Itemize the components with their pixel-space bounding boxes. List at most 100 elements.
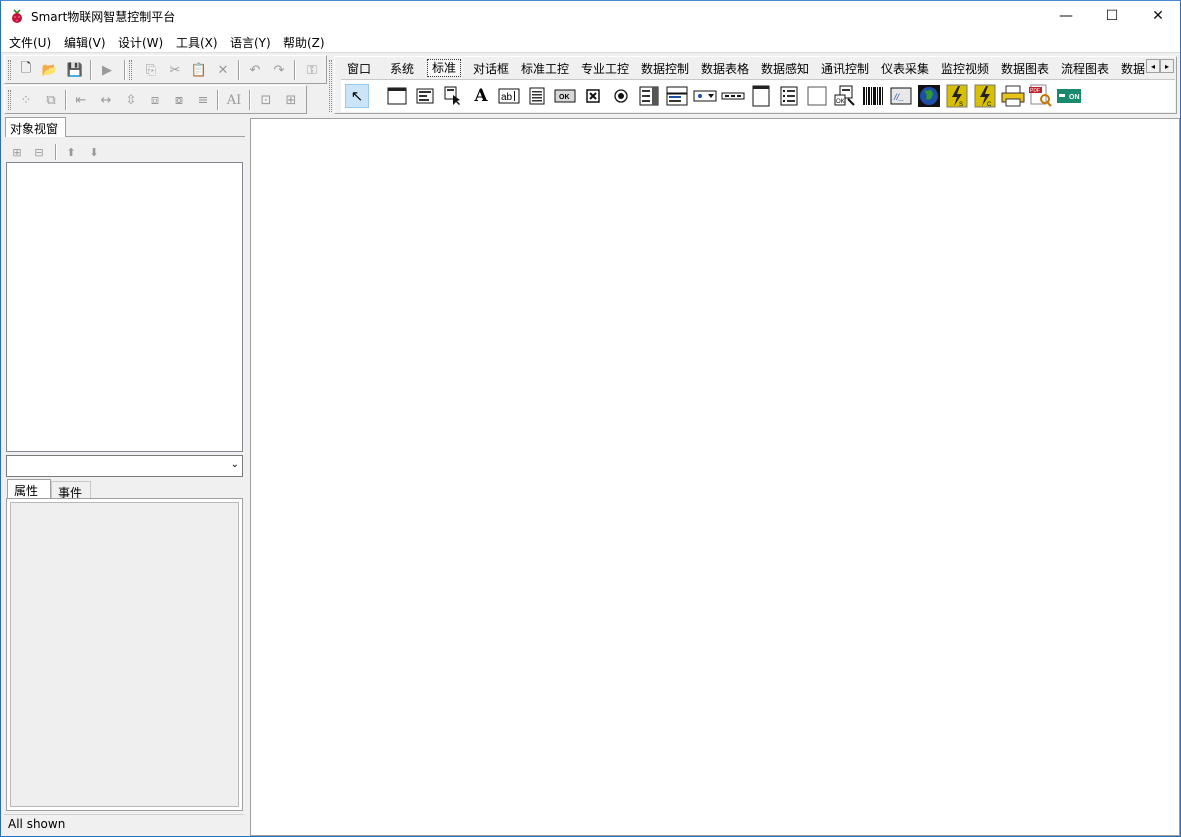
combobox-icon[interactable]	[665, 84, 689, 108]
select-all-icon[interactable]: ⁘	[16, 90, 36, 110]
static-text-icon[interactable]: //_	[889, 84, 913, 108]
palette-grip[interactable]	[329, 60, 332, 112]
distribute-icon[interactable]: ≡	[193, 90, 213, 110]
checkbox-icon[interactable]	[581, 84, 605, 108]
center-v-icon[interactable]: ⊞	[281, 90, 301, 110]
listbox-icon[interactable]	[637, 84, 661, 108]
title-bar: Smart物联网智慧控制平台 — ☐ ✕	[1, 1, 1180, 31]
component-palette: 窗口 系统 标准 对话框 标准工控 专业工控 数据控制 数据表格 数据感知 通讯…	[329, 56, 1177, 114]
palette-tab-comm[interactable]: 通讯控制	[817, 61, 873, 78]
tab-events[interactable]: 事件	[51, 481, 91, 500]
popup-menu-icon[interactable]	[441, 84, 465, 108]
printer-icon[interactable]	[1001, 84, 1025, 108]
maximize-button[interactable]: ☐	[1089, 1, 1135, 31]
run-icon[interactable]: ▶	[97, 60, 117, 80]
scrollbar-icon[interactable]	[721, 84, 745, 108]
bring-front-icon[interactable]: ⧈	[145, 90, 165, 110]
palette-tab-window[interactable]: 窗口	[343, 61, 375, 78]
close-button[interactable]: ✕	[1135, 1, 1181, 31]
object-tree[interactable]	[6, 162, 243, 452]
open-folder-icon[interactable]: 📂	[40, 60, 60, 80]
palette-scroll-left-icon[interactable]: ◂	[1146, 59, 1160, 73]
menu-language[interactable]: 语言(Y)	[230, 34, 271, 51]
svg-text:OK: OK	[559, 94, 570, 101]
delete-icon[interactable]: ✕	[213, 60, 233, 80]
menu-design[interactable]: 设计(W)	[118, 34, 163, 51]
menu-file[interactable]: 文件(U)	[9, 34, 51, 51]
design-canvas[interactable]	[250, 118, 1180, 836]
minimize-button[interactable]: —	[1043, 1, 1089, 31]
chevron-down-icon[interactable]: ⌄	[231, 459, 239, 470]
palette-tab-standard[interactable]: 标准	[427, 59, 462, 77]
main-menu-icon[interactable]	[413, 84, 437, 108]
tab-properties[interactable]: 属性	[7, 479, 51, 499]
palette-tab-flow[interactable]: 流程图表	[1057, 61, 1113, 78]
palette-components: ↖ A ab OK OK //_ S C PDF ON	[341, 79, 1175, 112]
tcp-client-icon[interactable]: C	[973, 84, 997, 108]
globe-icon[interactable]	[917, 84, 941, 108]
toolbar-grip[interactable]	[8, 90, 11, 110]
groupbox-icon[interactable]	[749, 84, 773, 108]
same-height-icon[interactable]: ⇳	[121, 90, 141, 110]
font-icon[interactable]: AI	[224, 90, 244, 110]
undo-icon[interactable]: ↶	[245, 60, 265, 80]
palette-tab-instrument[interactable]: 仪表采集	[877, 61, 933, 78]
copy-icon[interactable]: ⎘	[141, 60, 161, 80]
collapse-all-icon[interactable]: ⊟	[30, 144, 48, 160]
toolbar-separator	[249, 90, 251, 110]
action-list-icon[interactable]: OK	[833, 84, 857, 108]
palette-tab-data-control[interactable]: 数据控制	[637, 61, 693, 78]
edit-box-icon[interactable]: ab	[497, 84, 521, 108]
property-grid[interactable]	[10, 502, 239, 807]
send-back-icon[interactable]: ⧇	[169, 90, 189, 110]
menu-edit[interactable]: 编辑(V)	[64, 34, 106, 51]
move-down-icon[interactable]: ⬇	[85, 144, 103, 160]
menu-help[interactable]: 帮助(Z)	[283, 34, 325, 51]
new-file-icon[interactable]: 🗋	[16, 60, 36, 80]
panel-icon[interactable]	[805, 84, 829, 108]
pointer-icon[interactable]: ↖	[345, 84, 369, 108]
radio-button-icon[interactable]	[609, 84, 633, 108]
tree-tool-separator	[55, 144, 57, 160]
same-width-icon[interactable]: ↔	[96, 90, 116, 110]
palette-tab-dialog[interactable]: 对话框	[469, 61, 513, 78]
expand-all-icon[interactable]: ⊞	[8, 144, 26, 160]
radiogroup-icon[interactable]	[777, 84, 801, 108]
tcp-server-icon[interactable]: S	[945, 84, 969, 108]
tab-divider	[66, 136, 245, 137]
dropdown-icon[interactable]	[693, 84, 717, 108]
svg-text:OK: OK	[836, 99, 845, 105]
svg-text:ab: ab	[501, 92, 513, 103]
menu-tools[interactable]: 工具(X)	[176, 34, 218, 51]
object-view-tab[interactable]: 对象视窗	[5, 117, 66, 137]
clone-icon[interactable]: ⧉	[41, 90, 61, 110]
palette-tab-data-grid[interactable]: 数据表格	[697, 61, 753, 78]
toggle-switch-icon[interactable]: ON	[1057, 84, 1081, 108]
memo-icon[interactable]	[525, 84, 549, 108]
palette-tab-data-more[interactable]: 数据	[1117, 61, 1146, 78]
palette-tab-standard-ic[interactable]: 标准工控	[517, 61, 573, 78]
button-icon[interactable]: OK	[553, 84, 577, 108]
palette-scroll-right-icon[interactable]: ▸	[1160, 59, 1174, 73]
toolbar-grip[interactable]	[129, 60, 132, 80]
cut-icon[interactable]: ✂	[165, 60, 185, 80]
redo-icon[interactable]: ↷	[269, 60, 289, 80]
barcode-icon[interactable]	[861, 84, 885, 108]
palette-tab-chart[interactable]: 数据图表	[997, 61, 1053, 78]
form-window-icon[interactable]	[385, 84, 409, 108]
palette-tab-video[interactable]: 监控视频	[937, 61, 993, 78]
toolbar-grip[interactable]	[8, 60, 11, 80]
align-left-icon[interactable]: ⇤	[71, 90, 91, 110]
move-up-icon[interactable]: ⬆	[62, 144, 80, 160]
center-h-icon[interactable]: ⊡	[256, 90, 276, 110]
pdf-preview-icon[interactable]: PDF	[1029, 84, 1053, 108]
object-selector-combo[interactable]: ⌄	[6, 455, 243, 477]
paste-icon[interactable]: 📋	[189, 60, 209, 80]
key-icon[interactable]: ⚿	[302, 60, 322, 80]
label-icon[interactable]: A	[469, 84, 493, 108]
save-icon[interactable]: 💾	[65, 60, 85, 80]
svg-text://_: //_	[893, 92, 904, 102]
palette-tab-data-sense[interactable]: 数据感知	[757, 61, 813, 78]
palette-tab-system[interactable]: 系统	[386, 61, 418, 78]
palette-tab-pro-ic[interactable]: 专业工控	[577, 61, 633, 78]
